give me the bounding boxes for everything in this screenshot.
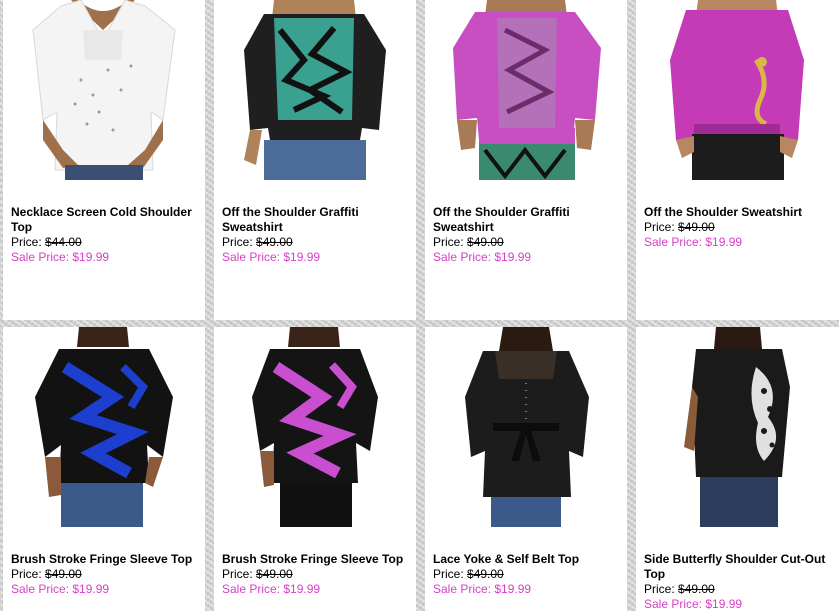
product-name[interactable]: Off the Shoulder Graffiti Sweatshirt (433, 205, 619, 235)
original-price: $49.00 (45, 567, 82, 581)
product-info: Off the Shoulder Sweatshirt Price: $49.0… (644, 205, 831, 250)
product-card[interactable]: Necklace Screen Cold Shoulder Top Price:… (3, 0, 205, 320)
price-line: Price: $49.00 (644, 582, 831, 597)
sale-price-label: Sale Price: (644, 235, 703, 249)
product-image[interactable] (214, 0, 416, 180)
original-price: $49.00 (678, 582, 715, 596)
original-price: $49.00 (256, 235, 293, 249)
price-label: Price: (433, 235, 464, 249)
sale-price-line: Sale Price: $19.99 (433, 250, 619, 265)
sale-price: $19.99 (494, 250, 532, 264)
product-image[interactable] (3, 0, 205, 180)
sale-price: $19.99 (705, 597, 743, 611)
product-card[interactable]: Off the Shoulder Graffiti Sweatshirt Pri… (214, 0, 416, 320)
product-card[interactable]: Brush Stroke Fringe Sleeve Top Price: $4… (3, 327, 205, 611)
sale-price-label: Sale Price: (11, 250, 70, 264)
sale-price-label: Sale Price: (222, 250, 281, 264)
product-card[interactable]: Side Butterfly Shoulder Cut-Out Top Pric… (636, 327, 839, 611)
product-card[interactable]: Off the Shoulder Sweatshirt Price: $49.0… (636, 0, 839, 320)
product-name[interactable]: Brush Stroke Fringe Sleeve Top (11, 552, 197, 567)
price-label: Price: (222, 235, 253, 249)
product-info: Side Butterfly Shoulder Cut-Out Top Pric… (644, 552, 831, 611)
product-name[interactable]: Off the Shoulder Graffiti Sweatshirt (222, 205, 408, 235)
sale-price-label: Sale Price: (433, 250, 492, 264)
price-line: Price: $44.00 (11, 235, 197, 250)
product-name[interactable]: Brush Stroke Fringe Sleeve Top (222, 552, 408, 567)
price-label: Price: (11, 235, 42, 249)
sale-price-line: Sale Price: $19.99 (644, 597, 831, 611)
price-label: Price: (11, 567, 42, 581)
price-line: Price: $49.00 (644, 220, 831, 235)
sale-price-label: Sale Price: (644, 597, 703, 611)
price-label: Price: (222, 567, 253, 581)
price-line: Price: $49.00 (11, 567, 197, 582)
product-image[interactable] (425, 0, 627, 180)
sale-price-line: Sale Price: $19.99 (222, 582, 408, 597)
product-card[interactable]: Lace Yoke & Self Belt Top Price: $49.00 … (425, 327, 627, 611)
product-info: Necklace Screen Cold Shoulder Top Price:… (11, 205, 197, 265)
product-card[interactable]: Off the Shoulder Graffiti Sweatshirt Pri… (425, 0, 627, 320)
product-image[interactable] (636, 327, 839, 527)
sale-price: $19.99 (72, 582, 110, 596)
product-info: Brush Stroke Fringe Sleeve Top Price: $4… (11, 552, 197, 597)
product-image[interactable] (214, 327, 416, 527)
sale-price-line: Sale Price: $19.99 (11, 250, 197, 265)
product-card[interactable]: Brush Stroke Fringe Sleeve Top Price: $4… (214, 327, 416, 611)
sale-price: $19.99 (705, 235, 743, 249)
price-line: Price: $49.00 (433, 235, 619, 250)
product-info: Lace Yoke & Self Belt Top Price: $49.00 … (433, 552, 619, 597)
product-name[interactable]: Lace Yoke & Self Belt Top (433, 552, 619, 567)
price-line: Price: $49.00 (222, 235, 408, 250)
original-price: $49.00 (467, 235, 504, 249)
product-info: Brush Stroke Fringe Sleeve Top Price: $4… (222, 552, 408, 597)
product-name[interactable]: Side Butterfly Shoulder Cut-Out Top (644, 552, 831, 582)
product-name[interactable]: Off the Shoulder Sweatshirt (644, 205, 831, 220)
price-line: Price: $49.00 (222, 567, 408, 582)
sale-price-line: Sale Price: $19.99 (644, 235, 831, 250)
product-info: Off the Shoulder Graffiti Sweatshirt Pri… (433, 205, 619, 265)
sale-price-label: Sale Price: (433, 582, 492, 596)
sale-price-line: Sale Price: $19.99 (11, 582, 197, 597)
price-line: Price: $49.00 (433, 567, 619, 582)
sale-price: $19.99 (72, 250, 110, 264)
original-price: $49.00 (256, 567, 293, 581)
sale-price: $19.99 (283, 582, 321, 596)
price-label: Price: (644, 582, 675, 596)
original-price: $49.00 (678, 220, 715, 234)
product-info: Off the Shoulder Graffiti Sweatshirt Pri… (222, 205, 408, 265)
sale-price: $19.99 (283, 250, 321, 264)
product-grid: Necklace Screen Cold Shoulder Top Price:… (0, 0, 839, 611)
product-image[interactable] (636, 0, 839, 180)
original-price: $49.00 (467, 567, 504, 581)
price-label: Price: (433, 567, 464, 581)
product-name[interactable]: Necklace Screen Cold Shoulder Top (11, 205, 197, 235)
price-label: Price: (644, 220, 675, 234)
sale-price-line: Sale Price: $19.99 (222, 250, 408, 265)
sale-price-label: Sale Price: (222, 582, 281, 596)
sale-price-line: Sale Price: $19.99 (433, 582, 619, 597)
sale-price: $19.99 (494, 582, 532, 596)
product-image[interactable] (425, 327, 627, 527)
sale-price-label: Sale Price: (11, 582, 70, 596)
product-image[interactable] (3, 327, 205, 527)
original-price: $44.00 (45, 235, 82, 249)
